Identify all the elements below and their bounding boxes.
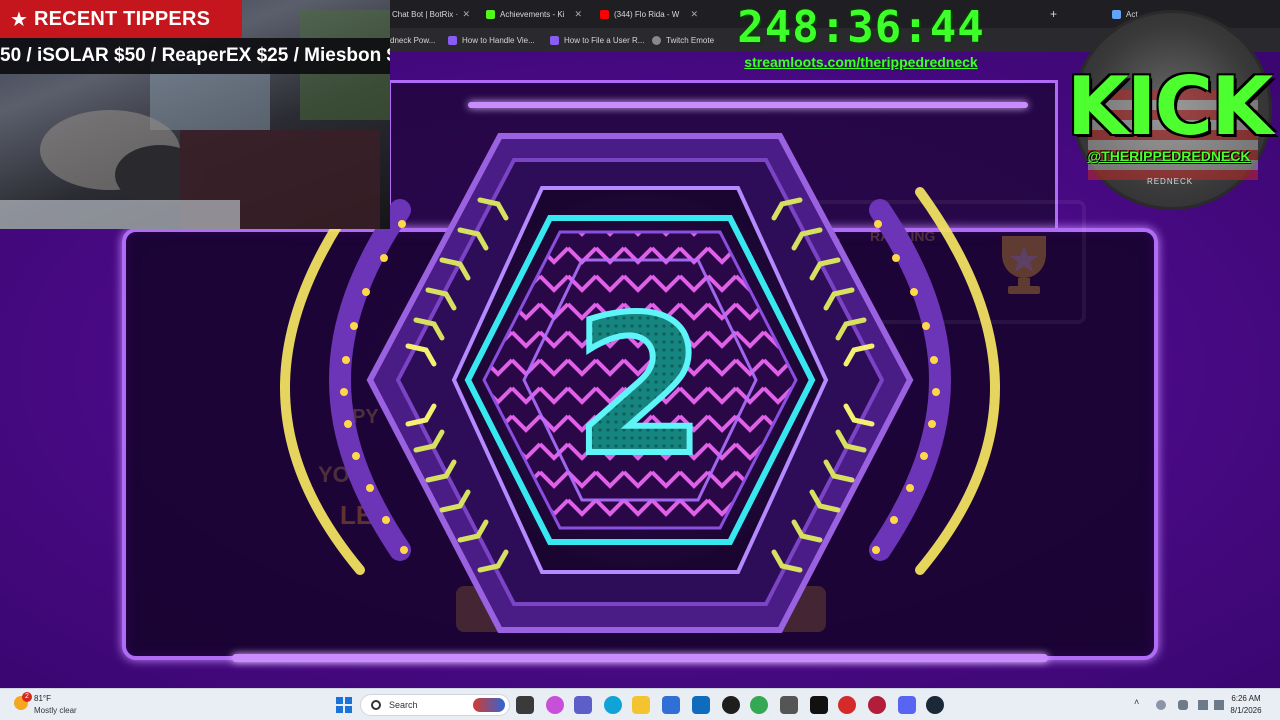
windows-taskbar: 2 81°F Mostly clear Search ˄ 6:26 AM 8/1…: [0, 688, 1280, 720]
tippers-ticker-text: 50 / iSOLAR $50 / ReaperEX $25 / Miesbon…: [0, 45, 390, 66]
streamloots-link: streamloots.com/therippedredneck: [744, 54, 978, 70]
close-icon[interactable]: ✕: [690, 9, 698, 20]
tippers-ticker: 50 / iSOLAR $50 / ReaperEX $25 / Miesbon…: [0, 38, 390, 74]
outlook-icon[interactable]: [692, 696, 710, 714]
plus-icon: +: [1050, 7, 1058, 21]
chevron-up-icon[interactable]: ˄: [1134, 697, 1144, 707]
youtube-icon: [600, 9, 609, 19]
webcam-overlay: ★ RECENT TIPPERS 50 / iSOLAR $50 / Reape…: [0, 0, 390, 229]
search-icon: [371, 700, 381, 710]
bookmark-item[interactable]: dneck Pow...: [390, 32, 435, 48]
search-label: Search: [389, 700, 418, 710]
store-icon[interactable]: [662, 696, 680, 714]
windows-start-icon[interactable]: [336, 697, 352, 713]
pulse-icon[interactable]: [868, 696, 886, 714]
microphone-icon[interactable]: [1178, 700, 1188, 710]
clock-time[interactable]: 6:26 AM: [1224, 694, 1268, 703]
volume-icon[interactable]: [1214, 700, 1224, 710]
app-grid-icon[interactable]: [780, 696, 798, 714]
copilot-icon[interactable]: [546, 696, 564, 714]
globe-icon: [652, 35, 661, 45]
star-icon: [1112, 9, 1121, 19]
bookmark-label: How to File a User R...: [564, 35, 645, 45]
discord-icon[interactable]: [898, 696, 916, 714]
browser-tab[interactable]: Achievements - Ki ✕: [480, 4, 590, 24]
browser-tab[interactable]: (344) Flo Rida - W ✕: [594, 4, 706, 24]
bookmark-icon: [448, 35, 457, 45]
task-view-icon[interactable]: [516, 696, 534, 714]
search-highlight-icon: [473, 698, 505, 712]
star-icon: ★: [10, 8, 28, 31]
recent-tippers-header: ★ RECENT TIPPERS: [0, 0, 242, 38]
teams-icon[interactable]: [574, 696, 592, 714]
bookmark-icon: [550, 35, 559, 45]
tab-label: Chat Bot | BotRix ·: [392, 9, 459, 19]
chrome-icon[interactable]: [750, 696, 768, 714]
terminal-icon[interactable]: [810, 696, 828, 714]
taskbar-search[interactable]: Search: [360, 694, 510, 716]
steam-icon[interactable]: [926, 696, 944, 714]
new-tab-button[interactable]: +: [1044, 4, 1064, 24]
bookmark-label: Twitch Emote: [666, 35, 715, 45]
ets-icon[interactable]: [838, 696, 856, 714]
obs-icon[interactable]: [722, 696, 740, 714]
bookmark-label: How to Handle Vie...: [462, 35, 535, 45]
close-icon[interactable]: ✕: [462, 9, 470, 20]
weather-temperature: 81°F: [34, 694, 51, 703]
edge-icon[interactable]: [604, 696, 622, 714]
countdown-number: 2: [574, 276, 706, 497]
subathon-timer: 248:36:44: [737, 2, 985, 53]
kick-handle: @THERIPPEDREDNECK: [1087, 148, 1251, 164]
stream-screen: Chat Bot | BotRix · ✕ Achievements - Ki …: [0, 0, 1280, 720]
file-explorer-icon[interactable]: [632, 696, 650, 714]
kick-logo: KICK: [1066, 60, 1273, 153]
tab-label: (344) Flo Rida - W: [614, 9, 680, 19]
network-icon[interactable]: [1156, 700, 1166, 710]
tab-label: Achievements - Ki: [500, 9, 565, 19]
weather-condition: Mostly clear: [34, 706, 77, 715]
clock-date[interactable]: 8/1/2026: [1224, 706, 1268, 715]
close-icon[interactable]: ✕: [574, 9, 582, 20]
kick-icon: [486, 9, 495, 19]
neon-top-bar: [468, 102, 1028, 108]
wifi-icon[interactable]: [1198, 700, 1208, 710]
logo-caption: REDNECK: [1146, 177, 1194, 186]
bookmark-label: dneck Pow...: [390, 35, 436, 45]
recent-tippers-title: RECENT TIPPERS: [34, 7, 211, 30]
bookmark-item[interactable]: How to Handle Vie...: [448, 32, 535, 48]
neon-bottom-bar: [232, 654, 1048, 662]
bookmark-item[interactable]: Twitch Emote: [652, 32, 714, 48]
notification-badge: 2: [22, 692, 32, 702]
weather-widget[interactable]: 2 81°F Mostly clear: [14, 692, 124, 718]
bookmark-item[interactable]: How to File a User R...: [550, 32, 644, 48]
